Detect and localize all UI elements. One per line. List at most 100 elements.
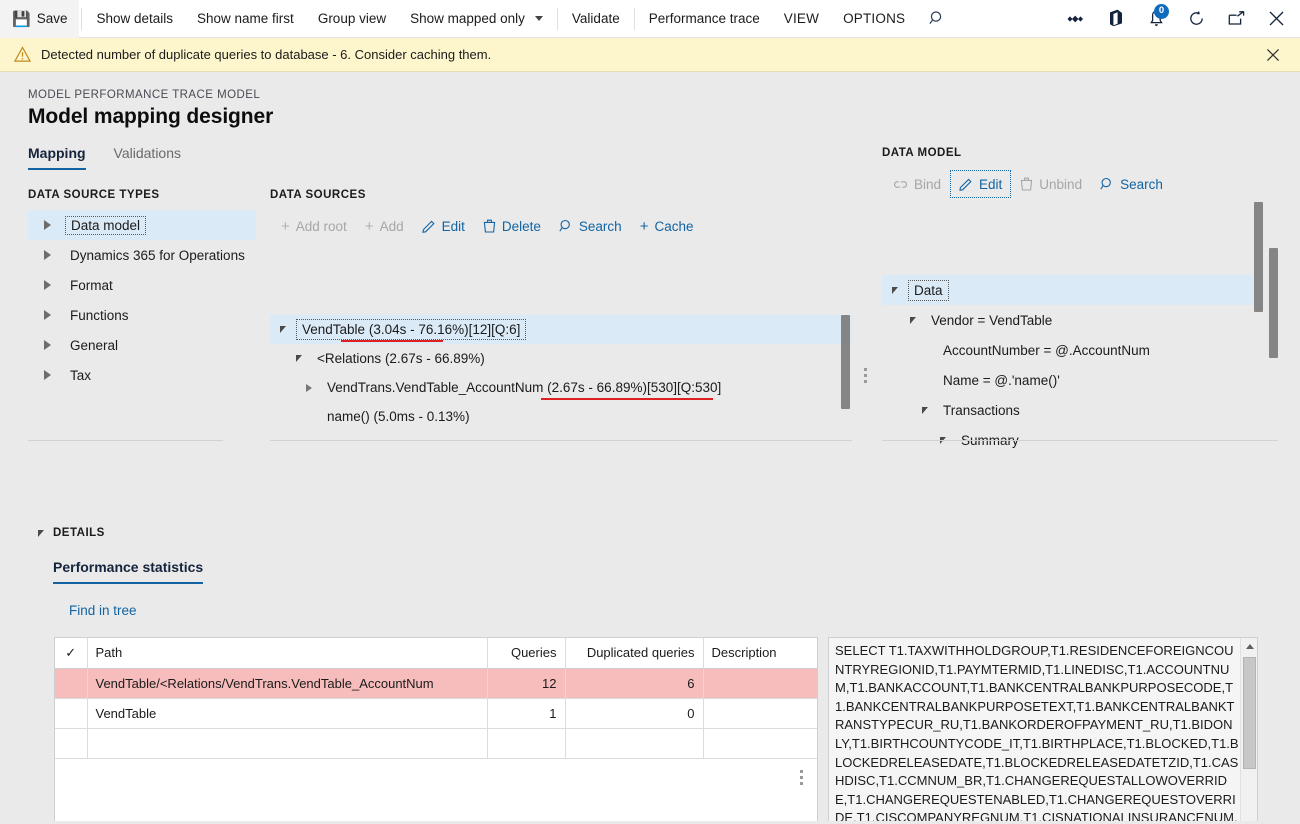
data-model-scrollbar-thumb-lower[interactable]: [1269, 248, 1278, 358]
sidebar-item-data-model[interactable]: Data model: [28, 210, 256, 240]
chevron-right-icon[interactable]: [296, 384, 322, 392]
performance-trace-button[interactable]: Performance trace: [637, 0, 772, 38]
show-mapped-only-dropdown[interactable]: Show mapped only: [398, 0, 555, 38]
data-sources-splitter-handle[interactable]: [864, 368, 867, 383]
table-empty-area: [55, 728, 817, 758]
red-underline-annotation: [341, 340, 443, 342]
close-icon[interactable]: [1256, 0, 1296, 38]
add-root-button[interactable]: + Add root: [272, 212, 356, 240]
column-header-description[interactable]: Description: [703, 638, 817, 668]
office-logo-icon[interactable]: [1096, 0, 1136, 38]
search-data-source-button[interactable]: Search: [550, 212, 631, 240]
edit-data-source-button[interactable]: Edit: [413, 212, 474, 240]
tree-node-name: <Relations: [317, 351, 381, 366]
options-menu[interactable]: OPTIONS: [831, 0, 917, 38]
cache-button[interactable]: + Cache: [631, 212, 703, 240]
column-header-queries[interactable]: Queries: [487, 638, 565, 668]
details-section-header[interactable]: DETAILS: [38, 527, 105, 539]
tree-node-stats: (3.04s - 76.16%)[12][Q:6]: [369, 322, 521, 337]
row-checkbox[interactable]: [55, 698, 87, 728]
tree-node-label: VendTable (3.04s - 76.16%)[12][Q:6]: [296, 319, 526, 340]
red-underline-annotation: [541, 398, 713, 400]
tree-node-stats: (2.67s - 66.89%)[530][Q:530]: [547, 380, 721, 395]
unbind-button[interactable]: Unbind: [1011, 170, 1091, 198]
trash-icon: [483, 219, 496, 233]
chevron-down-icon[interactable]: [882, 287, 908, 294]
data-model-scrollbar-thumb-upper[interactable]: [1254, 202, 1263, 312]
sidebar-item-general[interactable]: General: [28, 330, 256, 360]
chevron-right-icon: [44, 250, 51, 260]
column-header-path[interactable]: Path: [87, 638, 487, 668]
data-sources-heading: DATA SOURCES: [270, 189, 366, 201]
view-menu[interactable]: VIEW: [772, 0, 831, 38]
diamonds-icon[interactable]: [1056, 0, 1096, 38]
search-label: Search: [579, 219, 622, 234]
sidebar-item-dynamics-365-for-operations[interactable]: Dynamics 365 for Operations: [28, 240, 256, 270]
tree-node-label: Data: [908, 280, 949, 301]
tree-node-vendor[interactable]: Vendor = VendTable: [882, 305, 1254, 335]
sidebar-item-label: Data model: [65, 216, 146, 235]
delete-data-source-button[interactable]: Delete: [474, 212, 550, 240]
warning-message-bar: Detected number of duplicate queries to …: [0, 38, 1300, 72]
performance-statistics-grid: ✓ Path Queries Duplicated queries Descri…: [54, 637, 818, 824]
column-header-duplicated-queries[interactable]: Duplicated queries: [565, 638, 703, 668]
sidebar-item-label: General: [65, 337, 123, 354]
chevron-down-icon[interactable]: [912, 407, 938, 414]
tree-node-label: Transactions: [938, 401, 1025, 420]
search-data-model-button[interactable]: Search: [1091, 170, 1172, 198]
add-button[interactable]: + Add: [356, 212, 413, 240]
sql-scrollbar[interactable]: [1240, 638, 1257, 824]
group-view-button[interactable]: Group view: [306, 0, 398, 38]
sidebar-item-label: Tax: [65, 367, 96, 384]
cell-path[interactable]: VendTable/<Relations/VendTrans.VendTable…: [87, 668, 487, 698]
sidebar-item-functions[interactable]: Functions: [28, 300, 256, 330]
tab-validations[interactable]: Validations: [114, 145, 181, 170]
tree-node-relations[interactable]: <Relations (2.67s - 66.89%): [270, 344, 852, 373]
tab-performance-statistics[interactable]: Performance statistics: [53, 559, 203, 584]
tab-mapping[interactable]: Mapping: [28, 145, 86, 170]
tree-node-accountnumber[interactable]: AccountNumber = @.AccountNum: [882, 335, 1254, 365]
cell-description: [703, 698, 817, 728]
tree-node-name[interactable]: Name = @.'name()': [882, 365, 1254, 395]
sidebar-item-format[interactable]: Format: [28, 270, 256, 300]
sql-scrollbar-thumb[interactable]: [1243, 657, 1256, 769]
find-in-tree-link[interactable]: Find in tree: [69, 603, 137, 618]
table-row[interactable]: VendTable/<Relations/VendTrans.VendTable…: [55, 668, 817, 698]
validate-button[interactable]: Validate: [560, 0, 632, 38]
data-source-types-divider: [28, 440, 223, 441]
edit-data-model-button[interactable]: Edit: [950, 170, 1011, 198]
select-all-checkbox-header[interactable]: ✓: [55, 638, 87, 668]
data-sources-scrollbar-thumb[interactable]: [841, 315, 850, 409]
details-splitter-handle[interactable]: [800, 770, 803, 785]
tree-node-data[interactable]: Data: [882, 275, 1254, 305]
search-icon[interactable]: [917, 0, 957, 38]
data-source-types-heading: DATA SOURCE TYPES: [28, 189, 160, 201]
row-checkbox[interactable]: [55, 668, 87, 698]
tree-node-vendtrans-vendtable-accountnum[interactable]: VendTrans.VendTable_AccountNum (2.67s - …: [270, 373, 852, 402]
tree-node-vendtable[interactable]: VendTable (3.04s - 76.16%)[12][Q:6]: [270, 315, 852, 344]
tree-node-name-function[interactable]: name() (5.0ms - 0.13%): [270, 402, 852, 431]
chevron-down-icon[interactable]: [900, 317, 926, 324]
notifications-bell-icon[interactable]: 0: [1136, 0, 1176, 38]
show-mapped-only-label: Show mapped only: [410, 11, 525, 26]
dismiss-warning-close-icon[interactable]: [1260, 42, 1286, 68]
pencil-icon: [959, 177, 973, 191]
table-row[interactable]: VendTable 1 0: [55, 698, 817, 728]
show-name-first-button[interactable]: Show name first: [185, 0, 306, 38]
scroll-up-arrow-icon[interactable]: [1241, 638, 1258, 655]
sql-query-viewer[interactable]: SELECT T1.TAXWITHHOLDGROUP,T1.RESIDENCEF…: [828, 637, 1258, 824]
cell-path[interactable]: VendTable: [87, 698, 487, 728]
popout-icon[interactable]: [1216, 0, 1256, 38]
chevron-down-icon[interactable]: [270, 326, 296, 333]
chevron-down-icon[interactable]: [286, 355, 312, 362]
bind-button[interactable]: Bind: [884, 170, 950, 198]
notification-count-badge: 0: [1154, 4, 1169, 19]
sidebar-item-tax[interactable]: Tax: [28, 360, 256, 390]
show-details-button[interactable]: Show details: [84, 0, 185, 38]
link-icon: [893, 178, 908, 191]
tree-node-transactions[interactable]: Transactions: [882, 395, 1254, 425]
refresh-icon[interactable]: [1176, 0, 1216, 38]
cell-duplicated-queries: 6: [565, 668, 703, 698]
save-button[interactable]: 💾 Save: [0, 0, 79, 38]
cell-queries: 12: [487, 668, 565, 698]
